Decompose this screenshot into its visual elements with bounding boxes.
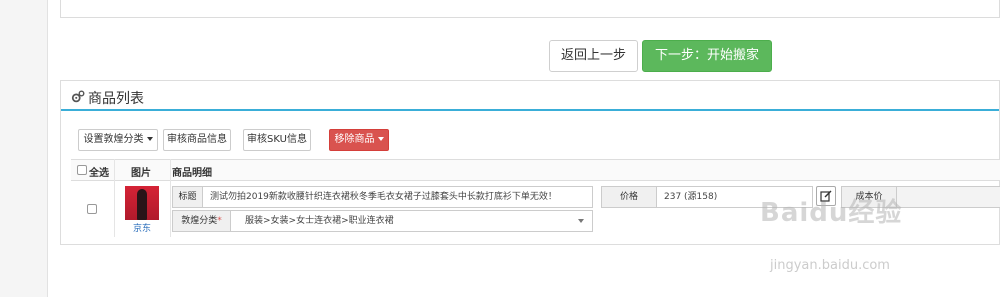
remove-product-dropdown[interactable]: 移除商品 [329, 129, 389, 151]
baidu-watermark-url: jingyan.baidu.com [770, 258, 890, 273]
previous-panel-bottom [60, 0, 1000, 18]
required-mark: * [217, 216, 222, 226]
header-detail: 商品明细 [172, 168, 212, 179]
panel-title: 商品列表 [88, 91, 144, 107]
baidu-watermark: Baidu经验 [760, 198, 903, 228]
back-button[interactable]: 返回上一步 [549, 40, 638, 72]
title-label: 标题 [172, 186, 203, 208]
row-checkbox[interactable] [87, 204, 97, 214]
review-info-button[interactable]: 审核商品信息 [163, 129, 231, 151]
table-header: 全选 图片 商品明细 [71, 159, 1000, 181]
category-select-value: 服装>女装>女士连衣裙>职业连衣裙 [245, 216, 394, 226]
category-select[interactable]: 服装>女装>女士连衣裙>职业连衣裙 [230, 210, 593, 232]
left-sidebar-strip [0, 0, 48, 297]
cost-input[interactable] [896, 186, 1000, 208]
column-divider [114, 159, 115, 237]
category-label-text: 敦煌分类 [181, 216, 218, 226]
set-category-label: 设置敦煌分类 [83, 134, 144, 145]
select-all-checkbox[interactable] [77, 165, 87, 175]
dress-figure [137, 189, 147, 220]
panel-header: 商品列表 [61, 81, 999, 111]
remove-product-label: 移除商品 [334, 134, 375, 145]
caret-down-icon [377, 137, 384, 141]
review-sku-button[interactable]: 审核SKU信息 [243, 129, 311, 151]
caret-down-icon [146, 137, 153, 141]
price-label: 价格 [601, 186, 657, 208]
store-link[interactable]: 京东 [133, 221, 151, 234]
set-category-dropdown[interactable]: 设置敦煌分类 [78, 129, 158, 151]
category-label: 敦煌分类* [172, 210, 231, 232]
title-input[interactable]: 测试勿拍2019新款收腰针织连衣裙秋冬季毛衣女裙子过膝套头中长款打底衫下单无效！ [202, 186, 593, 208]
next-start-move-button[interactable]: 下一步：开始搬家 [642, 40, 772, 72]
header-select-all: 全选 [89, 168, 109, 179]
column-divider [170, 159, 171, 237]
gears-icon [71, 90, 85, 103]
select-arrow-icon [578, 219, 584, 223]
product-image[interactable] [125, 186, 159, 220]
header-image: 图片 [131, 168, 151, 179]
